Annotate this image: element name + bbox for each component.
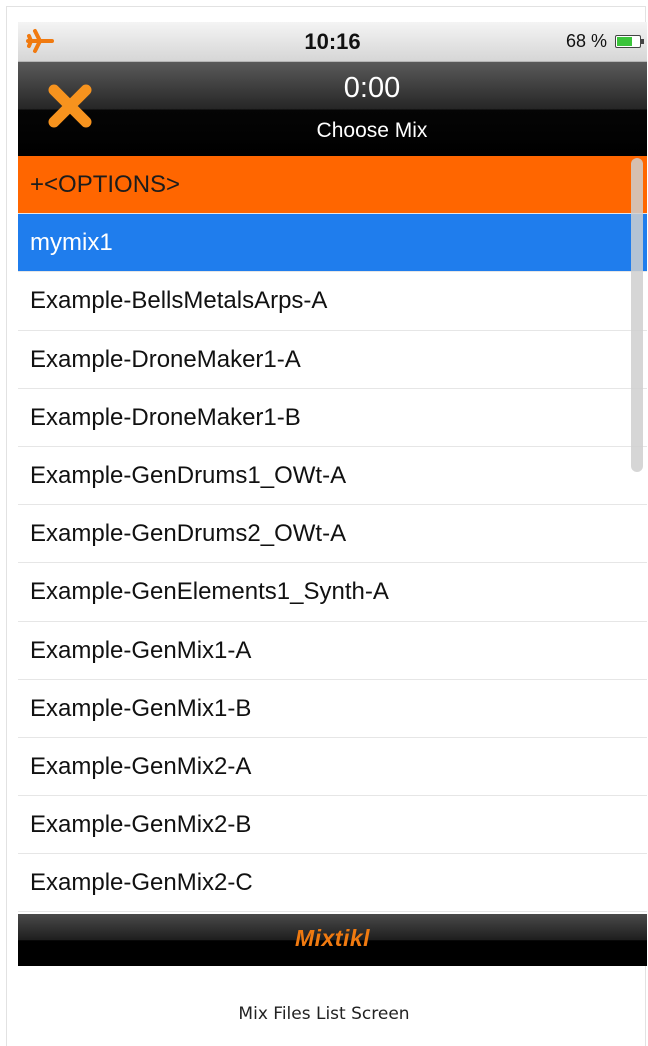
nav-bar: 0:00 Choose Mix [18,62,647,156]
status-time: 10:16 [304,29,361,54]
mix-list-item[interactable]: Example-GenElements1_Synth-A [18,563,647,622]
mix-list-item[interactable]: Example-DroneMaker1-A [18,331,647,389]
mix-list-item[interactable]: Example-GenMix2-C [18,854,647,913]
page-title: Choose Mix [316,119,428,142]
figure-caption: Mix Files List Screen [238,1004,410,1024]
mix-list-item[interactable]: Example-DroneMaker1-B [18,389,647,447]
mix-list-item[interactable]: Example-BellsMetalsArps-A [18,272,647,331]
mix-list-item[interactable]: Example-GenMix2-A [18,738,647,797]
phone-screen: 10:16 68 % 0:00 Choose Mix +<OPTIONS> mym… [18,22,647,966]
mix-list-item[interactable]: Example-GenDrums1_OWt-A [18,447,647,506]
footer-bar: Mixtikl [18,914,647,966]
status-bar: 10:16 68 % [18,22,647,62]
battery-level [617,37,632,46]
mix-list: +<OPTIONS> mymix1 Example-BellsMetalsArps-… [18,156,647,914]
mix-list-item[interactable]: Example-GenMix1-A [18,622,647,680]
mix-list-item[interactable]: Example-GenMix1-B [18,680,647,738]
mix-list-item[interactable]: Example-GenDrums2_OWt-A [18,505,647,564]
battery-percent: 68 % [565,31,607,51]
close-icon[interactable] [40,76,100,136]
brand-logo: Mixtikl [294,925,371,951]
battery-icon [615,35,644,48]
mix-list-item[interactable]: mymix1 [18,214,647,273]
scrollbar[interactable] [631,158,643,472]
playback-timer: 0:00 [343,72,401,104]
mix-list-item[interactable]: Example-GenMix2-B [18,796,647,855]
options-item[interactable]: +<OPTIONS> [18,156,647,215]
